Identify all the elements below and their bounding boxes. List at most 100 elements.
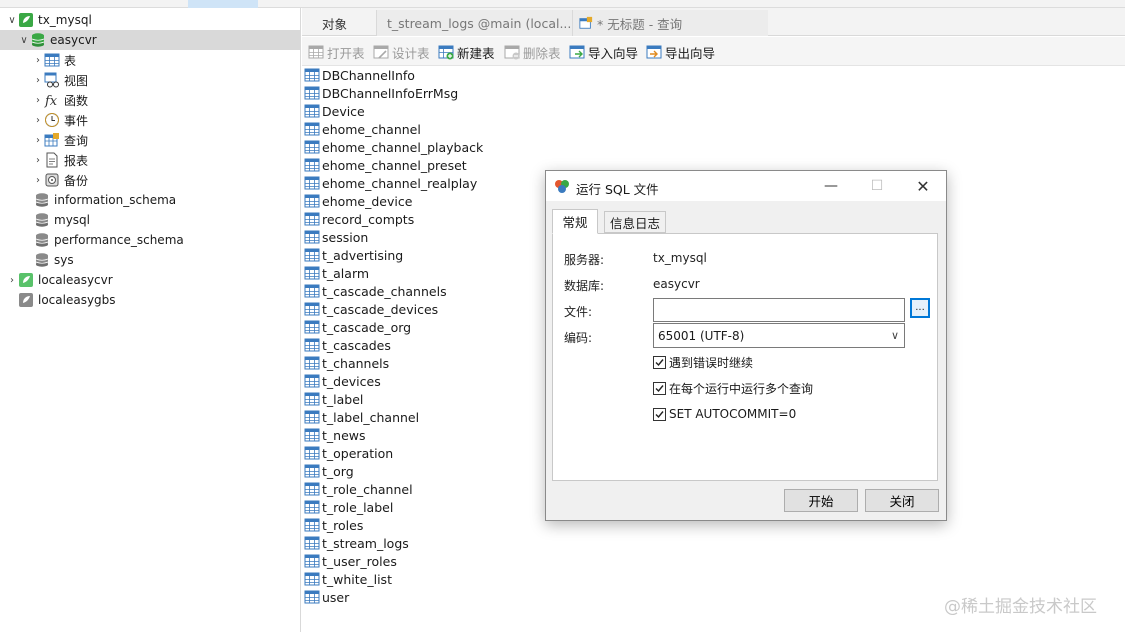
chevron-right-icon[interactable]: › [32, 75, 44, 86]
table-item[interactable]: user [304, 588, 349, 606]
close-window-button[interactable]: ✕ [900, 171, 946, 201]
table-item[interactable]: t_label [304, 390, 363, 408]
table-item[interactable]: t_roles [304, 516, 363, 534]
tree-item-events[interactable]: › 事件 [32, 110, 88, 130]
table-item[interactable]: t_org [304, 462, 354, 480]
tab-info-log[interactable]: 信息日志 [604, 211, 666, 233]
table-icon [308, 45, 324, 59]
table-item[interactable]: t_user_roles [304, 552, 397, 570]
table-item[interactable]: t_advertising [304, 246, 403, 264]
autocommit-checkbox[interactable]: SET AUTOCOMMIT=0 [653, 406, 796, 422]
table-icon [304, 428, 320, 442]
table-item[interactable]: t_label_channel [304, 408, 419, 426]
navicat-icon [555, 180, 569, 193]
tab-objects[interactable]: 对象 [316, 10, 376, 36]
chevron-right-icon[interactable]: › [32, 175, 44, 186]
export-wizard-button[interactable]: 导出向导 [646, 43, 715, 61]
database-label: 数据库: [564, 279, 605, 293]
table-item[interactable]: t_alarm [304, 264, 369, 282]
table-item[interactable]: t_devices [304, 372, 381, 390]
tree-database-mysql[interactable]: mysql [34, 210, 90, 230]
table-name: t_label [322, 391, 364, 407]
tab-general[interactable]: 常规 [552, 209, 598, 234]
chevron-down-icon[interactable]: ∨ [18, 35, 30, 46]
server-label: 服务器: [564, 253, 605, 267]
table-item[interactable]: ehome_channel_preset [304, 156, 467, 174]
minimize-button[interactable]: — [808, 171, 854, 201]
table-item[interactable]: t_cascade_channels [304, 282, 447, 300]
tree-item-reports[interactable]: › 报表 [32, 150, 88, 170]
checkbox-label: 遇到错误时继续 [669, 355, 754, 370]
new-table-button[interactable]: 新建表 [438, 43, 495, 61]
import-wizard-button[interactable]: 导入向导 [569, 43, 638, 61]
table-name: t_role_channel [322, 481, 413, 497]
tab-untitled-query[interactable]: * 无标题 - 查询 [572, 10, 768, 36]
tab-stream-logs[interactable]: t_stream_logs @main (local... [376, 10, 572, 36]
chevron-right-icon[interactable]: › [32, 95, 44, 106]
table-item[interactable]: session [304, 228, 368, 246]
tree-item-backups[interactable]: › 备份 [32, 170, 88, 190]
table-item[interactable]: t_cascade_devices [304, 300, 438, 318]
table-item[interactable]: record_compts [304, 210, 414, 228]
table-icon [304, 140, 320, 154]
chevron-right-icon[interactable]: › [32, 155, 44, 166]
table-name: record_compts [322, 211, 415, 227]
tree-item-functions[interactable]: › fx 函数 [32, 90, 88, 110]
table-item[interactable]: t_news [304, 426, 366, 444]
tab-bar: 对象 t_stream_logs @main (local... * 无标题 -… [302, 8, 1125, 36]
table-item[interactable]: ehome_device [304, 192, 412, 210]
chevron-down-icon[interactable]: ∨ [6, 15, 18, 26]
close-button[interactable]: 关闭 [865, 489, 939, 512]
table-item[interactable]: t_role_channel [304, 480, 413, 498]
connection-label: localeasygbs [38, 293, 116, 307]
tree-connection-localeasycvr[interactable]: › localeasycvr [6, 270, 113, 290]
table-icon [304, 500, 320, 514]
table-icon [304, 86, 320, 100]
browse-file-button[interactable]: ... [910, 298, 930, 318]
chevron-right-icon[interactable]: › [32, 135, 44, 146]
table-item[interactable]: DBChannelInfoErrMsg [304, 84, 458, 102]
chevron-right-icon[interactable]: › [6, 275, 18, 286]
selected-toolbar-button[interactable] [188, 0, 258, 8]
table-item[interactable]: ehome_channel [304, 120, 421, 138]
tree-item-views[interactable]: › 视图 [32, 70, 88, 90]
tree-database-easycvr[interactable]: ∨ easycvr [0, 30, 301, 50]
table-item[interactable]: t_cascades [304, 336, 391, 354]
table-name: t_alarm [322, 265, 370, 281]
database-label: information_schema [54, 193, 177, 207]
open-table-button[interactable]: 打开表 [308, 43, 365, 61]
tree-item-queries[interactable]: › 查询 [32, 130, 88, 150]
database-label: easycvr [50, 33, 97, 47]
chevron-right-icon[interactable]: › [32, 115, 44, 126]
tree-item-tables[interactable]: › 表 [32, 50, 76, 70]
tree-connection-tx-mysql[interactable]: ∨ tx_mysql [6, 10, 300, 30]
table-item[interactable]: Device [304, 102, 365, 120]
table-item[interactable]: t_stream_logs [304, 534, 409, 552]
file-path-input[interactable] [653, 298, 905, 322]
delete-table-button[interactable]: 删除表 [504, 43, 561, 61]
table-icon [304, 392, 320, 406]
general-panel: 服务器: tx_mysql 数据库: easycvr 文件: ... 编码: 6… [552, 233, 938, 481]
design-table-button[interactable]: 设计表 [373, 43, 430, 61]
function-icon: fx [44, 92, 60, 108]
table-item[interactable]: t_white_list [304, 570, 392, 588]
start-button[interactable]: 开始 [784, 489, 858, 512]
table-item[interactable]: ehome_channel_playback [304, 138, 483, 156]
chevron-right-icon[interactable]: › [32, 55, 44, 66]
encoding-select[interactable]: 65001 (UTF-8) ∨ [653, 323, 905, 348]
table-item[interactable]: t_cascade_org [304, 318, 411, 336]
tree-database-performance-schema[interactable]: performance_schema [34, 230, 184, 250]
tree-database-information-schema[interactable]: information_schema [34, 190, 176, 210]
table-item[interactable]: t_operation [304, 444, 393, 462]
query-icon [44, 132, 60, 148]
table-item[interactable]: t_role_label [304, 498, 393, 516]
dialog-titlebar[interactable]: 运行 SQL 文件 — ☐ ✕ [546, 171, 946, 201]
svg-text:fx: fx [44, 94, 58, 108]
tree-connection-localeasygbs[interactable]: localeasygbs [18, 290, 116, 310]
table-item[interactable]: t_channels [304, 354, 389, 372]
multiple-queries-checkbox[interactable]: 在每个运行中运行多个查询 [653, 380, 813, 396]
continue-on-error-checkbox[interactable]: 遇到错误时继续 [653, 354, 753, 370]
table-item[interactable]: ehome_channel_realplay [304, 174, 477, 192]
table-item[interactable]: DBChannelInfo [304, 66, 415, 84]
tree-database-sys[interactable]: sys [34, 250, 74, 270]
